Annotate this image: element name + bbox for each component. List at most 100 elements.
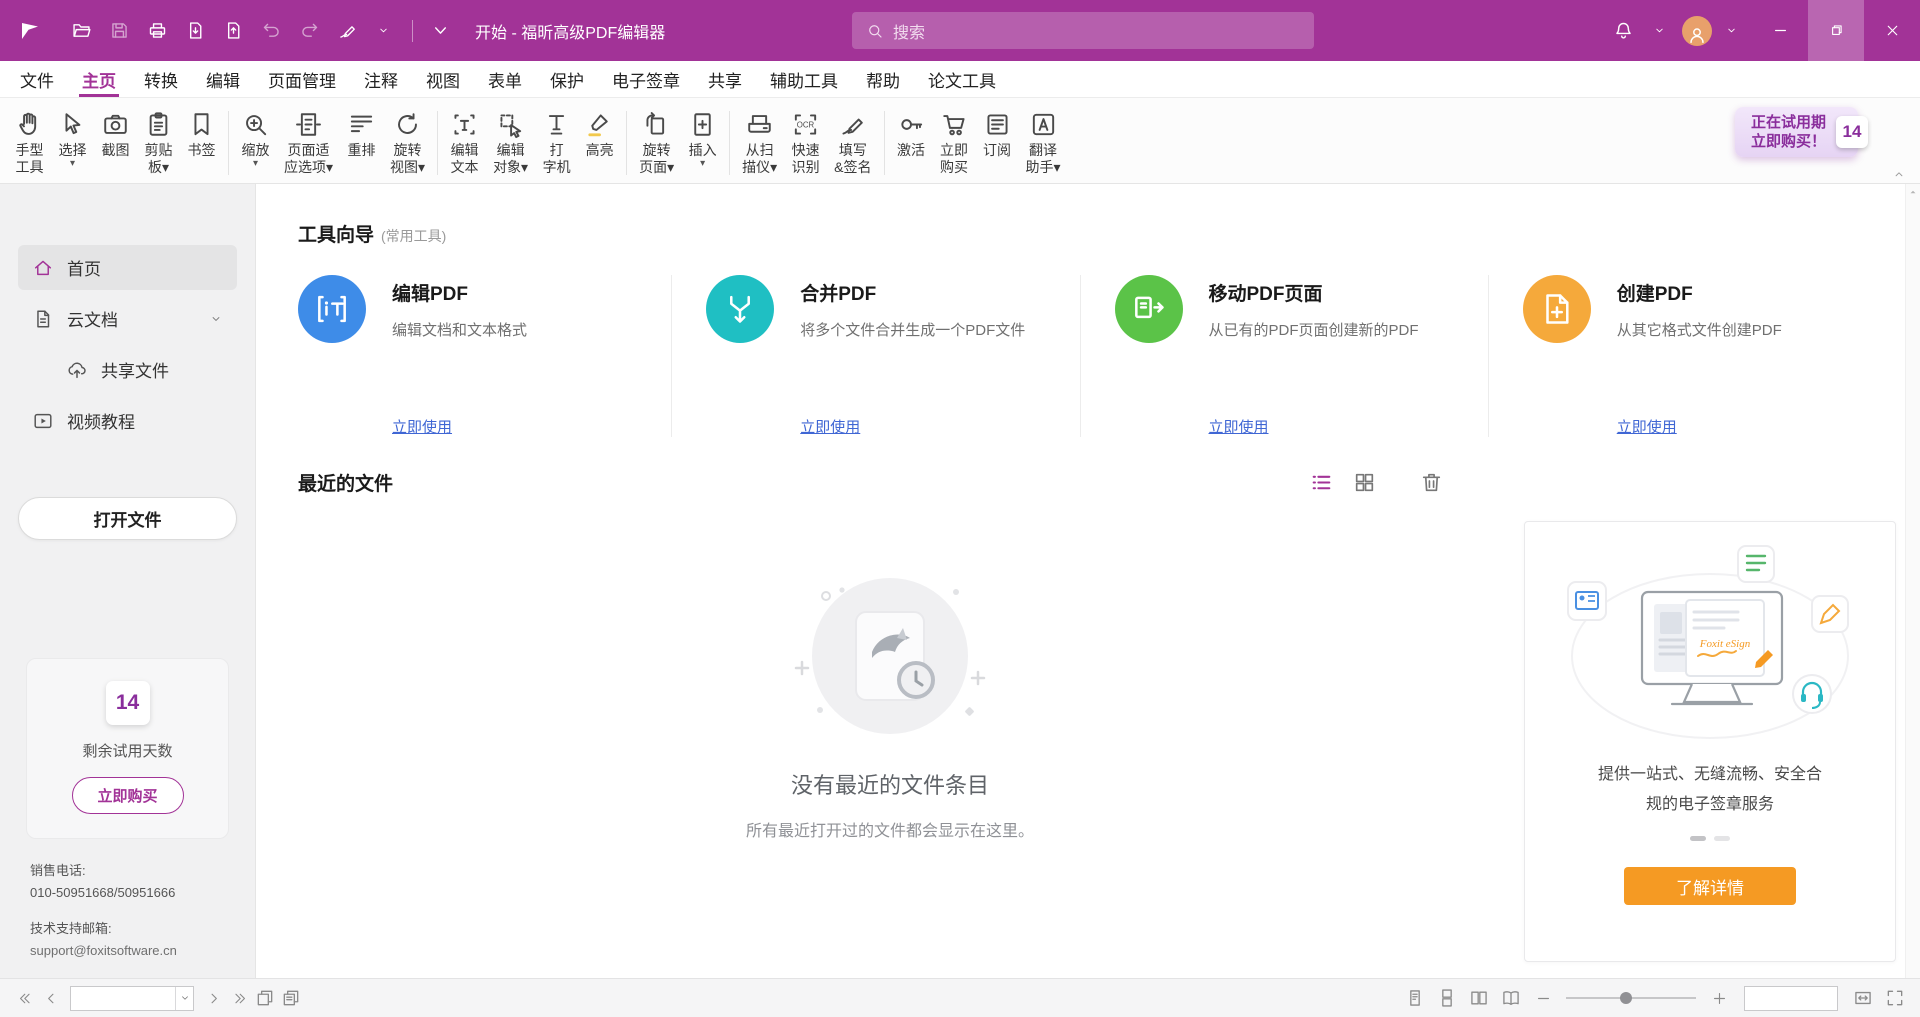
menu-view[interactable]: 视图 [412, 61, 474, 97]
zoom-level-input[interactable] [1745, 987, 1837, 1010]
grid-view-button[interactable] [1352, 470, 1377, 495]
menu-esign[interactable]: 电子签章 [598, 61, 694, 97]
use-now-link-create-pdf[interactable]: 立即使用 [1617, 416, 1677, 437]
search-input[interactable]: 搜索 [852, 12, 1314, 49]
menu-accessibility[interactable]: 辅助工具 [756, 61, 852, 97]
create-pdf-button[interactable] [216, 14, 250, 48]
ribbon-tool-select[interactable]: 选择▾ [51, 103, 94, 183]
ribbon-tool-insert[interactable]: 插入▾ [681, 103, 724, 183]
next-page-button[interactable] [200, 985, 226, 1011]
previous-page-button[interactable] [38, 985, 64, 1011]
use-now-link-edit-pdf[interactable]: 立即使用 [392, 416, 452, 437]
ribbon-tool-typewriter[interactable]: 打字机 [535, 103, 578, 183]
sidebar-item-cloud-docs[interactable]: 云文档 [18, 296, 237, 341]
quick-sign-button[interactable] [330, 14, 364, 48]
collapse-ribbon-button[interactable] [1892, 167, 1906, 181]
menu-share[interactable]: 共享 [694, 61, 756, 97]
caret-down-icon[interactable] [209, 312, 223, 326]
sidebar-item-video-tutorials[interactable]: 视频教程 [18, 398, 237, 443]
sidebar-item-home[interactable]: 首页 [18, 245, 237, 290]
user-avatar[interactable] [1682, 16, 1712, 46]
ribbon-tool-from-scanner[interactable]: 从扫描仪▾ [735, 103, 784, 183]
snapshot-pages-button[interactable] [252, 985, 278, 1011]
open-file-button[interactable]: 打开文件 [18, 497, 237, 540]
menu-paper-tools[interactable]: 论文工具 [914, 61, 1010, 97]
first-page-button[interactable] [12, 985, 38, 1011]
page-number-dropdown[interactable] [175, 987, 193, 1010]
menu-comment[interactable]: 注释 [350, 61, 412, 97]
ribbon-tool-activate[interactable]: 激活 [890, 103, 933, 183]
ribbon-tool-buy-now[interactable]: 立即购买 [933, 103, 976, 183]
ribbon-tool-snapshot[interactable]: 截图 [94, 103, 137, 183]
ribbon-tool-quick-ocr[interactable]: OCR快速识别 [784, 103, 827, 183]
buy-now-button[interactable]: 立即购买 [72, 777, 184, 814]
menu-file[interactable]: 文件 [6, 61, 68, 97]
menu-help[interactable]: 帮助 [852, 61, 914, 97]
undo-button[interactable] [254, 14, 288, 48]
ribbon-tool-translate-assistant[interactable]: 翻译助手▾ [1019, 103, 1068, 183]
ribbon-tool-subscribe[interactable]: 订阅 [976, 103, 1019, 183]
print-button[interactable] [140, 14, 174, 48]
open-file-button[interactable] [64, 14, 98, 48]
single-page-view-button[interactable] [1402, 985, 1428, 1011]
esign-promo-text: 提供一站式、无缝流畅、安全合 规的电子签章服务 [1598, 760, 1822, 820]
restore-button[interactable] [1808, 0, 1864, 61]
menu-convert[interactable]: 转换 [130, 61, 192, 97]
continuous-view-button[interactable] [1434, 985, 1460, 1011]
account-caret[interactable] [1716, 14, 1750, 48]
use-now-link-move-pdf-pages[interactable]: 立即使用 [1209, 416, 1269, 437]
ribbon-tool-page-fit-options[interactable]: 页面适应选项▾ [277, 103, 340, 183]
ribbon-tool-edit-object[interactable]: 编辑对象▾ [486, 103, 535, 183]
export-pdf-button[interactable] [178, 14, 212, 48]
tool-card-title: 移动PDF页面 [1209, 279, 1419, 306]
carousel-dot[interactable] [1690, 836, 1706, 841]
support-email[interactable]: support@foxitsoftware.cn [30, 940, 255, 962]
zoom-slider[interactable] [1566, 988, 1696, 1008]
carousel-dot[interactable] [1714, 836, 1730, 841]
vertical-scrollbar[interactable] [1905, 184, 1920, 978]
save-button[interactable] [102, 14, 136, 48]
book-view-button[interactable] [1498, 985, 1524, 1011]
ribbon-tool-zoom[interactable]: 缩放▾ [234, 103, 277, 183]
recent-files-header: 最近的文件 [298, 469, 1482, 496]
customize-toolbar-button[interactable] [423, 14, 457, 48]
use-now-link-merge-pdf[interactable]: 立即使用 [800, 416, 860, 437]
notifications-button[interactable] [1606, 14, 1640, 48]
menu-protect[interactable]: 保护 [536, 61, 598, 97]
last-page-button[interactable] [226, 985, 252, 1011]
minimize-button[interactable] [1752, 0, 1808, 61]
ribbon-tool-edit-text[interactable]: 编辑文本 [443, 103, 486, 183]
zoom-out-button[interactable] [1530, 985, 1556, 1011]
menu-page-management[interactable]: 页面管理 [254, 61, 350, 97]
ribbon-tool-highlight[interactable]: 高亮 [578, 103, 621, 183]
ribbon-tool-label: 页面适应选项▾ [284, 142, 333, 176]
fullscreen-button[interactable] [1882, 985, 1908, 1011]
fit-width-button[interactable] [1850, 985, 1876, 1011]
ribbon-tool-bookmark[interactable]: 书签 [180, 103, 223, 183]
page-number-input[interactable] [71, 987, 175, 1010]
ribbon-tool-rotate-pages[interactable]: 旋转页面▾ [632, 103, 681, 183]
zoom-in-button[interactable] [1706, 985, 1732, 1011]
learn-more-button[interactable]: 了解详情 [1624, 867, 1796, 905]
zoom-slider-thumb[interactable] [1620, 992, 1632, 1004]
ribbon-tool-fill-sign[interactable]: 填写&签名 [827, 103, 878, 183]
redo-button[interactable] [292, 14, 326, 48]
copy-page-button[interactable] [278, 985, 304, 1011]
sidebar-item-shared-files[interactable]: 共享文件 [52, 347, 237, 392]
notifications-caret[interactable] [1644, 14, 1678, 48]
ribbon-tool-reflow[interactable]: 重排 [340, 103, 383, 183]
menu-edit[interactable]: 编辑 [192, 61, 254, 97]
ribbon-tool-rotate-view[interactable]: 旋转视图▾ [383, 103, 432, 183]
svg-text:OCR: OCR [797, 120, 815, 129]
menu-form[interactable]: 表单 [474, 61, 536, 97]
pages-icon [255, 988, 275, 1008]
trial-badge[interactable]: 正在试用期 立即购买！ 14 [1735, 107, 1858, 157]
ribbon-tool-hand-tool[interactable]: 手型工具 [8, 103, 51, 183]
facing-view-button[interactable] [1466, 985, 1492, 1011]
ribbon-tool-clipboard[interactable]: 剪贴板▾ [137, 103, 180, 183]
close-button[interactable] [1864, 0, 1920, 61]
clear-recent-button[interactable] [1419, 470, 1444, 495]
quick-sign-caret[interactable] [368, 14, 402, 48]
menu-home[interactable]: 主页 [68, 61, 130, 97]
list-view-button[interactable] [1309, 470, 1334, 495]
